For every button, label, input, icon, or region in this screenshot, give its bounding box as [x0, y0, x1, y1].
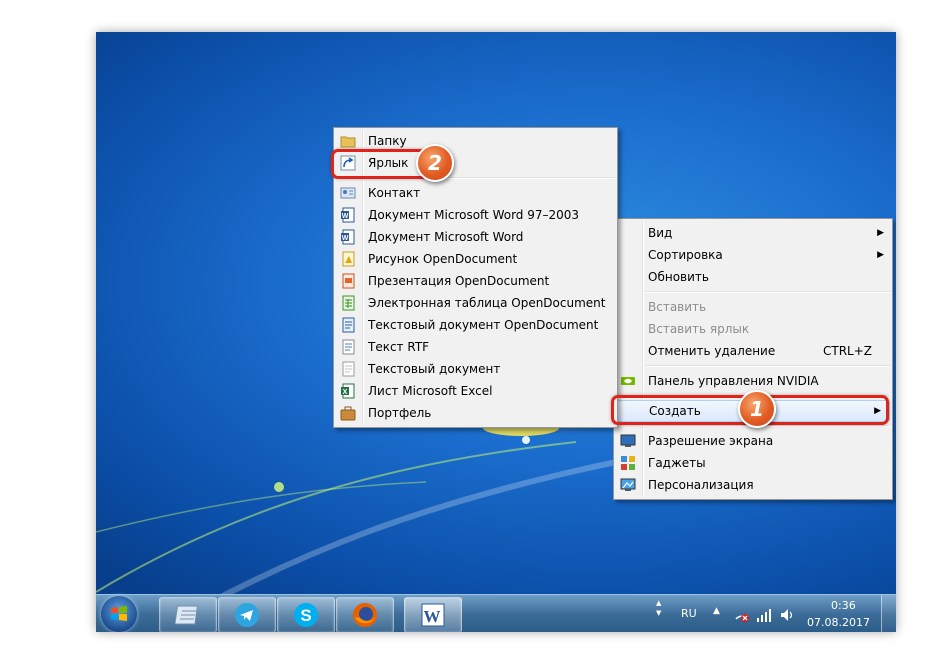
signal-bars-icon[interactable] [756, 607, 772, 623]
firefox-icon [353, 603, 377, 627]
submenu-item-label: Документ Microsoft Word [368, 230, 524, 244]
taskbar-app-notepad[interactable] [159, 597, 217, 632]
menu-separator [646, 291, 890, 293]
menu-item-label: Панель управления NVIDIA [648, 374, 819, 388]
menu-separator [646, 365, 890, 367]
menu-item-label: Вставить ярлык [648, 322, 750, 336]
taskbar-app-firefox[interactable] [336, 597, 394, 632]
submenu-item-label: Портфель [368, 406, 432, 420]
word-icon: W [421, 603, 445, 627]
menu-item-label: Сортировка [648, 248, 723, 262]
skype-icon: S [294, 603, 318, 627]
desktop[interactable]: Вид ▶ Сортировка ▶ Обновить Вставить Вст… [96, 32, 896, 632]
monitor-icon [620, 434, 636, 447]
tray-expand-icon[interactable]: ▲ [713, 606, 720, 616]
submenu-item-label: Текст RTF [368, 340, 430, 354]
odt-icon [342, 317, 355, 333]
svg-text:S: S [300, 606, 311, 625]
submenu-item-10[interactable]: Текстовый документ [334, 358, 617, 380]
word-doc-icon: W [341, 229, 355, 245]
briefcase-icon [340, 406, 356, 421]
volume-icon[interactable] [779, 607, 795, 623]
submenu-item-label: Документ Microsoft Word 97–2003 [368, 208, 580, 222]
submenu-item-label: Текстовый документ [368, 362, 501, 376]
menu-item-resolution[interactable]: Разрешение экрана [614, 430, 892, 452]
submenu-item-label: Рисунок OpenDocument [368, 252, 518, 266]
word-doc-icon: W [341, 207, 355, 223]
menu-item-label: Вид [648, 226, 673, 240]
menu-item-label: Разрешение экрана [648, 434, 774, 448]
menu-item-refresh[interactable]: Обновить [614, 266, 892, 288]
submenu-item-label: Лист Microsoft Excel [368, 384, 493, 398]
notepad-icon [174, 605, 199, 625]
folder-icon [340, 136, 356, 148]
menu-item-sort[interactable]: Сортировка ▶ [614, 244, 892, 266]
taskbar-app-word[interactable]: W [404, 597, 462, 632]
windows-logo-icon [111, 606, 127, 621]
ods-icon [342, 295, 355, 311]
menu-item-nvidia[interactable]: Панель управления NVIDIA [614, 370, 892, 392]
odp-icon [342, 273, 355, 289]
telegram-icon [235, 603, 259, 627]
submenu-item-label: Контакт [368, 186, 421, 200]
keyboard-shortcut: CTRL+Z [822, 344, 872, 358]
menu-item-view[interactable]: Вид ▶ [614, 222, 892, 244]
submenu-item-6[interactable]: Презентация OpenDocument [334, 270, 617, 292]
taskbar-app-skype[interactable]: S [277, 597, 335, 632]
nvidia-icon [621, 377, 635, 385]
submenu-item-3[interactable]: W Документ Microsoft Word 97–2003 [334, 204, 617, 226]
menu-item-label: Отменить удаление [648, 344, 776, 358]
tray-scroll-arrows[interactable]: ▲ ▼ [656, 598, 666, 630]
submenu-arrow-icon: ▶ [877, 228, 884, 238]
menu-item-paste-shortcut[interactable]: Вставить ярлык [614, 318, 892, 340]
submenu-item-label: Текстовый документ OpenDocument [368, 318, 599, 332]
personalization-icon [620, 478, 636, 491]
menu-item-gadgets[interactable]: Гаджеты [614, 452, 892, 474]
taskbar: S W ▲ ▼ RU ▲ 0:36 07.08.2017 [96, 594, 896, 632]
submenu-item-label: Презентация OpenDocument [368, 274, 550, 288]
network-error-icon[interactable] [734, 607, 750, 623]
submenu-item-2[interactable]: Контакт [334, 182, 617, 204]
taskbar-app-telegram[interactable] [218, 597, 276, 632]
submenu-item-label: Электронная таблица OpenDocument [368, 296, 606, 310]
excel-icon: X [341, 383, 355, 399]
svg-text:X: X [343, 389, 348, 396]
desktop-context-menu: Вид ▶ Сортировка ▶ Обновить Вставить Вст… [613, 218, 893, 500]
submenu-arrow-icon: ▶ [877, 250, 884, 260]
submenu-item-12[interactable]: Портфель [334, 402, 617, 424]
submenu-item-9[interactable]: Текст RTF [334, 336, 617, 358]
menu-item-undo-delete[interactable]: Отменить удаление CTRL+Z [614, 340, 892, 362]
rtf-icon [342, 339, 355, 355]
start-button[interactable] [101, 596, 137, 632]
svg-text:W: W [424, 607, 441, 626]
submenu-item-11[interactable]: X Лист Microsoft Excel [334, 380, 617, 402]
contact-icon [340, 187, 356, 199]
txt-icon [342, 361, 355, 377]
submenu-item-8[interactable]: Текстовый документ OpenDocument [334, 314, 617, 336]
odg-icon [342, 251, 355, 267]
clock-time[interactable]: 0:36 [831, 599, 856, 612]
callout-badge-1: 1 [738, 390, 776, 428]
submenu-item-label: Папку [368, 134, 407, 148]
callout-badge-2: 2 [416, 144, 454, 182]
menu-item-label: Обновить [648, 270, 709, 284]
clock-date[interactable]: 07.08.2017 [807, 616, 870, 629]
menu-item-label: Вставить [648, 300, 707, 314]
language-indicator[interactable]: RU [681, 607, 697, 620]
menu-item-label: Гаджеты [648, 456, 706, 470]
menu-separator [646, 425, 890, 427]
submenu-item-5[interactable]: Рисунок OpenDocument [334, 248, 617, 270]
menu-item-label: Персонализация [648, 478, 754, 492]
gadgets-icon [621, 456, 635, 470]
submenu-item-4[interactable]: W Документ Microsoft Word [334, 226, 617, 248]
svg-text:W: W [342, 213, 349, 220]
submenu-item-7[interactable]: Электронная таблица OpenDocument [334, 292, 617, 314]
show-desktop-button[interactable] [881, 595, 896, 632]
menu-item-paste[interactable]: Вставить [614, 296, 892, 318]
menu-item-personalization[interactable]: Персонализация [614, 474, 892, 496]
svg-text:W: W [342, 235, 349, 242]
